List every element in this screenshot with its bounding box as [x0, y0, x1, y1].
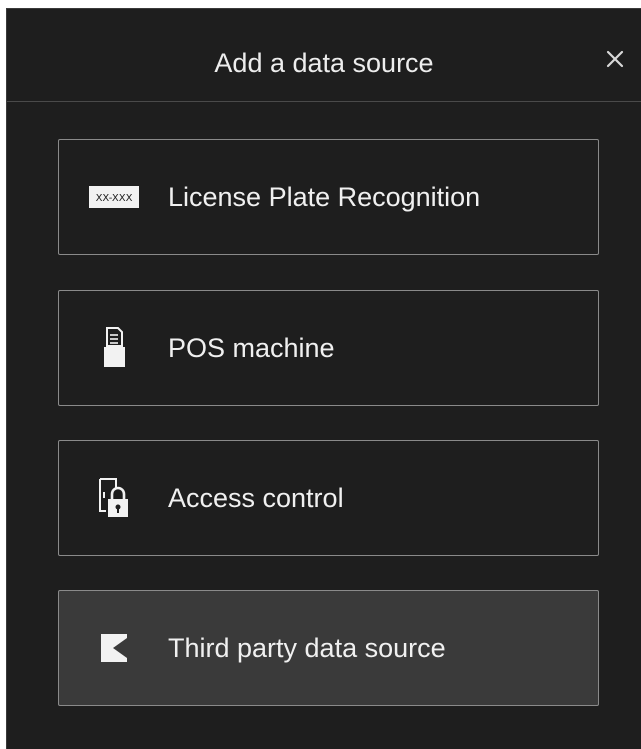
pos-machine-icon — [89, 327, 139, 369]
add-data-source-dialog: Add a data source XX-XXX License Plate R… — [6, 8, 641, 749]
access-control-lock-icon — [89, 477, 139, 519]
license-plate-icon-text: XX-XXX — [96, 193, 133, 204]
third-party-source-icon — [89, 627, 139, 669]
option-label: License Plate Recognition — [168, 182, 481, 212]
option-label: POS machine — [168, 333, 335, 363]
close-button[interactable] — [601, 45, 629, 73]
dialog-title: Add a data source — [214, 48, 434, 78]
option-label: Third party data source — [168, 633, 446, 663]
option-license-plate-recognition[interactable]: XX-XXX License Plate Recognition — [58, 139, 599, 255]
option-pos-machine[interactable]: POS machine — [58, 290, 599, 406]
close-icon — [606, 50, 624, 68]
dialog-header: Add a data source — [7, 9, 641, 102]
license-plate-icon: XX-XXX — [89, 176, 139, 218]
option-access-control[interactable]: Access control — [58, 440, 599, 556]
option-label: Access control — [168, 483, 344, 513]
option-third-party-data-source[interactable]: Third party data source — [58, 590, 599, 706]
